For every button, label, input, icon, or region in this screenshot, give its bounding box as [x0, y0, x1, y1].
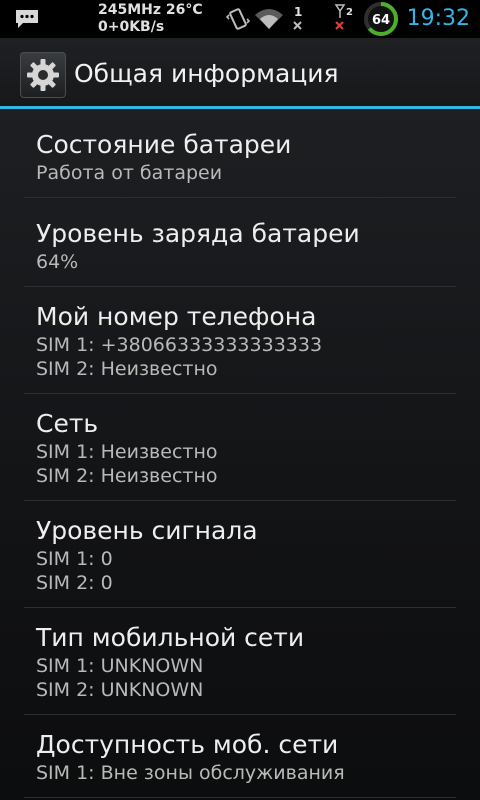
pref-summary-sim1: SIM 1: 0 — [36, 548, 113, 570]
clock: 19:32 — [406, 6, 470, 31]
system-stats: 245MHz 26°C 0+0KB/s — [98, 2, 203, 36]
pref-summary: Работа от батареи — [36, 162, 223, 184]
pref-summary-sim1: SIM 1: UNKNOWN — [36, 655, 204, 677]
pref-network[interactable]: Сеть SIM 1: Неизвестно SIM 2: Неизвестно — [24, 394, 456, 501]
pref-title: Уровень заряда батареи — [36, 219, 360, 248]
vibrate-icon — [226, 8, 250, 30]
pref-service-state[interactable]: Доступность моб. сети SIM 1: Вне зоны об… — [24, 715, 456, 798]
action-bar: Общая информация — [0, 38, 480, 106]
pref-summary-sim1: SIM 1: Вне зоны обслуживания — [36, 762, 345, 784]
sim1-no-data-icon: 1 — [293, 5, 302, 30]
pref-summary-sim1: SIM 1: Неизвестно — [36, 441, 218, 463]
sim1-label: 1 — [294, 5, 302, 19]
pref-title: Мой номер телефона — [36, 302, 317, 331]
sim2-no-signal-icon: 2 — [334, 4, 353, 30]
pref-battery-status[interactable]: Состояние батареи Работа от батареи — [24, 109, 456, 198]
sim2-label: 2 — [346, 7, 353, 18]
pref-title: Тип мобильной сети — [36, 623, 305, 652]
message-icon[interactable] — [14, 9, 40, 29]
settings-gear-icon[interactable] — [20, 52, 66, 98]
battery-circle-icon: 64 — [364, 2, 398, 36]
preference-screen[interactable]: Состояние батареи Работа от батареи Уров… — [0, 109, 480, 800]
pref-summary-sim2: SIM 2: 0 — [36, 572, 113, 594]
wifi-icon — [255, 9, 283, 29]
pref-summary-sim1: SIM 1: +38066333333333333 — [36, 334, 323, 356]
pref-battery-level[interactable]: Уровень заряда батареи 64% — [24, 198, 456, 287]
pref-summary-sim2: SIM 2: Неизвестно — [36, 358, 218, 380]
pref-summary-sim2: SIM 2: UNKNOWN — [36, 679, 204, 701]
pref-phone-number[interactable]: Мой номер телефона SIM 1: +3806633333333… — [24, 287, 456, 394]
pref-title: Уровень сигнала — [36, 516, 258, 545]
pref-summary-sim2: SIM 2: Неизвестно — [36, 465, 218, 487]
network-speed-readout: 0+0KB/s — [98, 19, 165, 35]
pref-title: Доступность моб. сети — [36, 730, 339, 759]
cpu-temp-readout: 245MHz 26°C — [98, 2, 203, 18]
battery-level-text: 64 — [372, 13, 390, 28]
pref-title: Состояние батареи — [36, 130, 292, 159]
pref-summary: 64% — [36, 251, 79, 273]
pref-signal-strength[interactable]: Уровень сигнала SIM 1: 0 SIM 2: 0 — [24, 501, 456, 608]
status-bar: 245MHz 26°C 0+0KB/s 1 2 64 19:32 — [0, 0, 480, 38]
pref-mobile-network-type[interactable]: Тип мобильной сети SIM 1: UNKNOWN SIM 2:… — [24, 608, 456, 715]
pref-title: Сеть — [36, 409, 99, 438]
preference-list: Состояние батареи Работа от батареи Уров… — [24, 109, 456, 798]
page-title: Общая информация — [74, 59, 339, 88]
